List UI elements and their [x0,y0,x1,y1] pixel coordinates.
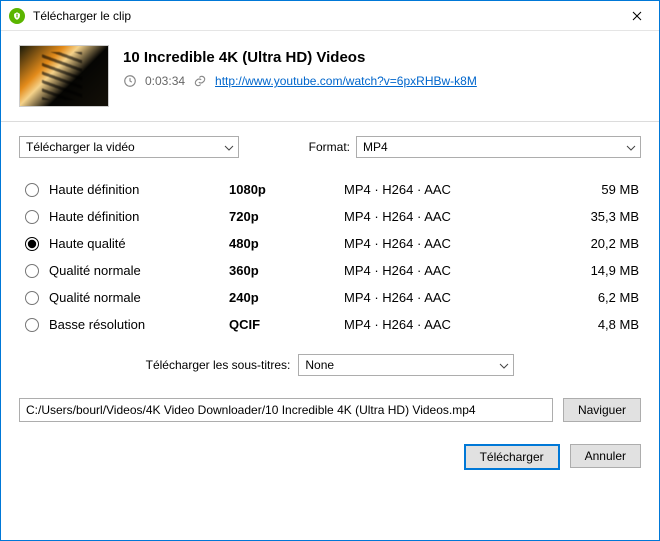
quality-radio[interactable] [25,237,39,251]
quality-radio[interactable] [25,318,39,332]
quality-resolution: 480p [229,236,344,251]
quality-name: Qualité normale [49,263,229,278]
quality-name: Haute qualité [49,236,229,251]
quality-resolution: 720p [229,209,344,224]
quality-size: 35,3 MB [559,209,639,224]
window-title: Télécharger le clip [33,9,614,23]
titlebar: Télécharger le clip [1,1,659,31]
link-icon [193,74,207,88]
video-duration: 0:03:34 [145,74,185,88]
video-url-link[interactable]: http://www.youtube.com/watch?v=6pxRHBw-k… [215,74,477,88]
save-path-input[interactable] [19,398,553,422]
quality-row[interactable]: Qualité normale360pMP4 · H264 · AAC14,9 … [19,257,641,284]
quality-name: Haute définition [49,182,229,197]
format-select[interactable]: MP4 [356,136,641,158]
quality-resolution: QCIF [229,317,344,332]
download-dialog: Télécharger le clip 10 Incredible 4K (Ul… [0,0,660,541]
subtitles-select[interactable]: None [298,354,514,376]
quality-radio[interactable] [25,264,39,278]
quality-size: 4,8 MB [559,317,639,332]
close-icon [632,11,642,21]
quality-format: MP4 · H264 · AAC [344,290,559,305]
cancel-button[interactable]: Annuler [570,444,641,468]
quality-radio[interactable] [25,291,39,305]
quality-row[interactable]: Haute qualité480pMP4 · H264 · AAC20,2 MB [19,230,641,257]
video-thumbnail [19,45,109,107]
quality-row[interactable]: Haute définition720pMP4 · H264 · AAC35,3… [19,203,641,230]
close-button[interactable] [614,1,659,31]
app-icon [9,8,25,24]
quality-row[interactable]: Qualité normale240pMP4 · H264 · AAC6,2 M… [19,284,641,311]
quality-resolution: 240p [229,290,344,305]
browse-button[interactable]: Naviguer [563,398,641,422]
download-type-select[interactable]: Télécharger la vidéo [19,136,239,158]
quality-name: Qualité normale [49,290,229,305]
quality-row[interactable]: Haute définition1080pMP4 · H264 · AAC59 … [19,176,641,203]
quality-format: MP4 · H264 · AAC [344,263,559,278]
quality-format: MP4 · H264 · AAC [344,317,559,332]
quality-name: Haute définition [49,209,229,224]
content-area: Télécharger la vidéo Format: MP4 Haute d… [1,121,659,540]
quality-name: Basse résolution [49,317,229,332]
quality-size: 59 MB [559,182,639,197]
quality-format: MP4 · H264 · AAC [344,209,559,224]
quality-size: 20,2 MB [559,236,639,251]
quality-format: MP4 · H264 · AAC [344,182,559,197]
quality-list: Haute définition1080pMP4 · H264 · AAC59 … [19,176,641,338]
quality-row[interactable]: Basse résolutionQCIFMP4 · H264 · AAC4,8 … [19,311,641,338]
quality-radio[interactable] [25,183,39,197]
quality-radio[interactable] [25,210,39,224]
quality-resolution: 1080p [229,182,344,197]
video-header: 10 Incredible 4K (Ultra HD) Videos 0:03:… [1,31,659,121]
quality-size: 6,2 MB [559,290,639,305]
quality-resolution: 360p [229,263,344,278]
clock-icon [123,74,137,88]
quality-format: MP4 · H264 · AAC [344,236,559,251]
download-button[interactable]: Télécharger [464,444,560,470]
format-label: Format: [309,140,350,154]
video-title: 10 Incredible 4K (Ultra HD) Videos [123,49,477,66]
quality-size: 14,9 MB [559,263,639,278]
subtitles-label: Télécharger les sous-titres: [146,358,291,372]
